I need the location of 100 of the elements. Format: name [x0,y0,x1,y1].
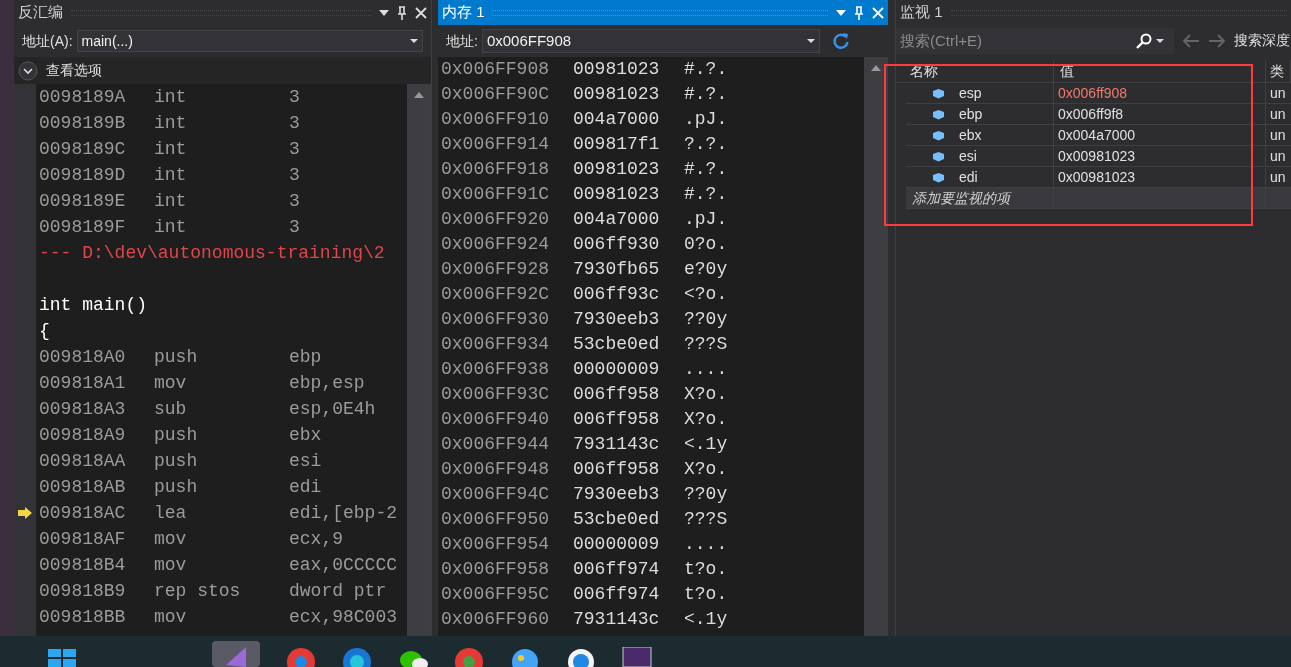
address-text: 0x006FF92C [441,283,551,306]
address-text: 0x006FF90C [441,83,551,106]
mnemonic-text: int [154,163,188,187]
ascii-text: #.?. [684,58,728,81]
hex-value-text: 53cbe0ed [573,508,661,531]
caret-icon [410,39,418,43]
search-options-button[interactable] [1136,27,1174,54]
ascii-text: e?0y [684,258,728,281]
hex-value-text: 006ff958 [573,383,661,406]
address-text: 0x006FF944 [441,433,551,456]
scroll-up-icon[interactable] [414,92,424,98]
mnemonic-text: int [154,215,188,239]
mnemonic-text: int [154,137,188,161]
hex-value-text: 00981023 [573,183,661,206]
hex-value-text: 7931143c [573,433,661,456]
mnemonic-text: mov [154,553,188,577]
operand-text: esi [289,449,322,473]
windows-icon[interactable] [48,649,76,667]
close-icon[interactable] [415,6,427,19]
address-text: 0098189D [39,163,127,187]
address-text: 0x006FF938 [441,358,551,381]
forward-arrow-icon[interactable] [1208,33,1226,48]
hex-value-text: 00981023 [573,58,661,81]
column-header[interactable]: 值 [1054,60,1266,82]
mnemonic-text: rep stos [154,579,242,603]
browser-icon[interactable] [342,647,372,667]
mnemonic-text: push [154,475,199,499]
source-code-text: { [39,319,50,343]
operand-text: ecx,9 [289,527,343,551]
address-text: 009818A1 [39,371,127,395]
browser-icon[interactable] [454,647,484,667]
address-text: 0098189B [39,111,127,135]
column-header[interactable]: 类 [1266,60,1291,82]
address-text: 0x006FF95C [441,583,551,606]
address-label: 地址(A): [22,31,73,51]
pin-icon[interactable] [397,5,407,20]
back-arrow-icon[interactable] [1182,33,1200,48]
ascii-text: ???S [684,508,728,531]
search-field[interactable]: 搜索(Ctrl+E) [896,27,1136,54]
variable-type: un [1269,146,1287,166]
address-text: 0x006FF958 [441,558,551,581]
address-text: 009818AC [39,501,127,525]
address-text: 0x006FF93C [441,383,551,406]
address-text: 0x006FF948 [441,458,551,481]
app-icon[interactable] [566,647,596,667]
address-text: 0x006FF940 [441,408,551,431]
variable-name: ebx [959,125,982,145]
ascii-text: .pJ. [684,208,728,231]
hex-value-text: 006ff974 [573,583,661,606]
address-text: 0x006FF934 [441,333,551,356]
address-text: 0x006FF914 [441,133,551,156]
address-text: 009818A0 [39,345,127,369]
variable-value: 0x006ff9f8 [1054,104,1266,124]
scrollbar[interactable] [407,84,431,636]
view-options-label[interactable]: 查看选项 [46,60,102,81]
ascii-text: <.1y [684,433,728,456]
variable-icon [932,129,945,141]
mnemonic-text: int [154,85,188,109]
column-header[interactable]: 名称 [896,60,1054,82]
address-text: 0098189E [39,189,127,213]
address-text: 0098189A [39,85,127,109]
variable-value: 0x004a7000 [1054,125,1266,145]
paint-icon[interactable] [510,647,540,667]
address-text: 009818BB [39,605,127,629]
address-label: 地址: [446,31,478,51]
scrollbar[interactable] [864,57,888,636]
dropdown-icon[interactable] [379,9,389,16]
caret-icon [806,39,815,43]
variable-name: ebp [959,104,983,124]
address-text: 0x006FF954 [441,533,551,556]
variable-name: edi [959,167,978,187]
variable-name: esp [959,83,982,103]
scroll-up-icon[interactable] [871,65,881,71]
variable-icon [932,171,945,183]
address-text: 0x006FF950 [441,508,551,531]
mnemonic-text: mov [154,527,188,551]
ascii-text: #.?. [684,158,728,181]
operand-text: dword ptr [289,579,387,603]
mnemonic-text: mov [154,371,188,395]
ascii-text: .pJ. [684,108,728,131]
hex-value-text: 004a7000 [573,208,661,231]
address-text: 009818B9 [39,579,127,603]
address-text: 009818AF [39,527,127,551]
refresh-icon[interactable] [831,32,850,50]
address-dropdown[interactable]: 0x006FF908 [481,29,820,53]
dropdown-icon[interactable] [836,9,846,16]
address-dropdown[interactable]: main(...) [76,30,423,52]
variable-type: un [1269,167,1287,187]
expand-icon[interactable] [18,60,38,81]
mnemonic-text: push [154,449,199,473]
hex-value-text: 00981023 [573,158,661,181]
address-text: 0x006FF910 [441,108,551,131]
caret-icon [1156,38,1164,43]
browser-icon[interactable] [286,647,316,667]
terminal-icon[interactable] [622,647,652,667]
operand-text: 3 [289,163,300,187]
hex-value-text: 53cbe0ed [573,333,661,356]
operand-text: ecx,98C003 [289,605,398,629]
variable-icon [932,150,945,162]
hex-value-text: 7931143c [573,608,661,631]
